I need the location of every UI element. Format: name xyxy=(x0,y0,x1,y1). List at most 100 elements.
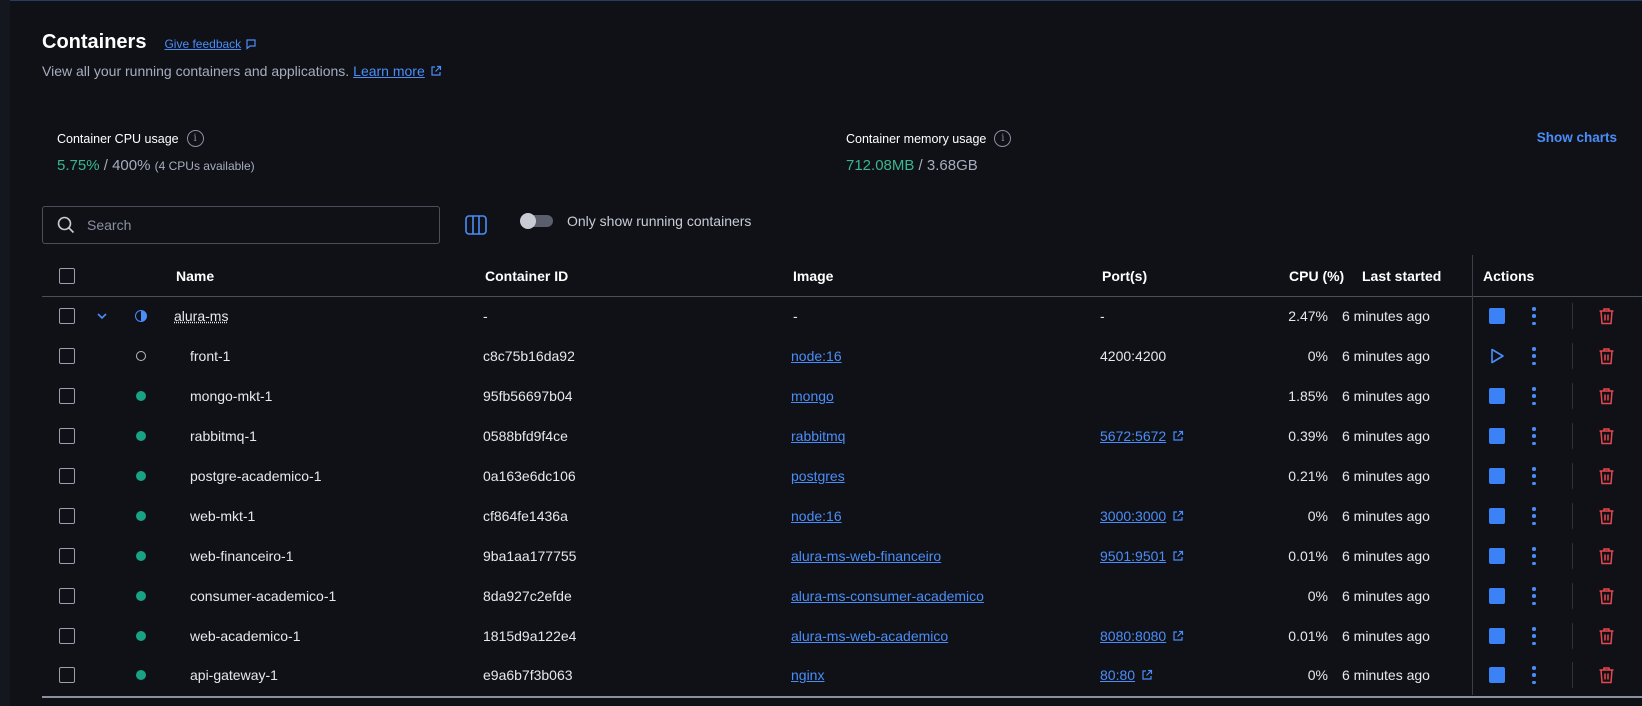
port-link[interactable]: 8080:8080 xyxy=(1100,628,1184,644)
row-checkbox[interactable] xyxy=(59,388,75,404)
stop-button[interactable] xyxy=(1489,308,1505,324)
trash-icon[interactable] xyxy=(1598,427,1615,445)
container-name[interactable]: alura-ms xyxy=(174,308,228,324)
col-name-header[interactable]: Name xyxy=(176,268,214,284)
stop-button[interactable] xyxy=(1489,628,1505,644)
table-row[interactable]: front-1 c8c75b16da92 node:16 4200:4200 0% 6 m… xyxy=(42,336,1642,376)
table-row[interactable]: postgre-academico-1 0a163e6dc106 postgres 0… xyxy=(42,456,1642,496)
search-input[interactable] xyxy=(87,217,407,233)
container-id: 8da927c2efde xyxy=(483,588,572,604)
table-row[interactable]: web-financeiro-1 9ba1aa177755 alura-ms-web… xyxy=(42,536,1642,576)
image-text: - xyxy=(793,308,798,324)
row-checkbox[interactable] xyxy=(59,548,75,564)
trash-icon[interactable] xyxy=(1598,507,1615,525)
stop-button[interactable] xyxy=(1489,428,1505,444)
info-icon[interactable]: i xyxy=(186,130,204,147)
table-row[interactable]: api-gateway-1 e9a6b7f3b063 nginx 80:80 0% 6 m… xyxy=(42,655,1642,695)
learn-more-link[interactable]: Learn more xyxy=(353,63,442,79)
trash-icon[interactable] xyxy=(1598,467,1615,485)
more-actions-icon[interactable] xyxy=(1531,307,1537,325)
more-actions-icon[interactable] xyxy=(1531,467,1537,485)
image-link[interactable]: rabbitmq xyxy=(791,428,845,444)
play-icon[interactable] xyxy=(1488,347,1506,365)
row-checkbox[interactable] xyxy=(59,348,75,364)
container-name[interactable]: consumer-academico-1 xyxy=(190,588,336,604)
row-checkbox[interactable] xyxy=(59,667,75,683)
port-link[interactable]: 9501:9501 xyxy=(1100,548,1184,564)
more-actions-icon[interactable] xyxy=(1531,427,1537,445)
more-actions-icon[interactable] xyxy=(1531,347,1537,365)
columns-button[interactable] xyxy=(463,213,489,237)
more-actions-icon[interactable] xyxy=(1531,507,1537,525)
container-name[interactable]: api-gateway-1 xyxy=(190,667,278,683)
stop-button[interactable] xyxy=(1489,468,1505,484)
stop-button[interactable] xyxy=(1489,588,1505,604)
row-checkbox[interactable] xyxy=(59,308,75,324)
trash-icon[interactable] xyxy=(1598,307,1615,325)
col-last-started-header[interactable]: Last started xyxy=(1362,268,1441,284)
container-name[interactable]: rabbitmq-1 xyxy=(190,428,257,444)
stop-button[interactable] xyxy=(1489,508,1505,524)
container-name[interactable]: web-academico-1 xyxy=(190,628,301,644)
external-link-icon xyxy=(1142,669,1153,680)
trash-icon[interactable] xyxy=(1598,547,1615,565)
stop-button[interactable] xyxy=(1489,388,1505,404)
image-link[interactable]: alura-ms-web-financeiro xyxy=(791,548,941,564)
image-link[interactable]: node:16 xyxy=(791,348,842,364)
more-actions-icon[interactable] xyxy=(1531,587,1537,605)
container-id: 0a163e6dc106 xyxy=(483,468,576,484)
table-row[interactable]: mongo-mkt-1 95fb56697b04 mongo 1.85% 6 minut… xyxy=(42,376,1642,416)
info-icon[interactable]: i xyxy=(994,130,1012,147)
stop-button[interactable] xyxy=(1489,548,1505,564)
port-link[interactable]: 5672:5672 xyxy=(1100,428,1184,444)
row-checkbox[interactable] xyxy=(59,508,75,524)
more-actions-icon[interactable] xyxy=(1531,547,1537,565)
table-row[interactable]: alura-ms - - - 2.47% 6 minutes ago xyxy=(42,296,1642,336)
table-row[interactable]: web-mkt-1 cf864fe1436a node:16 3000:3000 0% 6… xyxy=(42,496,1642,536)
running-only-toggle[interactable] xyxy=(520,213,553,229)
chevron-down-icon[interactable] xyxy=(95,309,109,323)
table-row[interactable]: rabbitmq-1 0588bfd9f4ce rabbitmq 5672:5672 0… xyxy=(42,416,1642,456)
give-feedback-link[interactable]: Give feedback xyxy=(164,37,257,51)
col-container-id-header[interactable]: Container ID xyxy=(485,268,568,284)
trash-icon[interactable] xyxy=(1598,347,1615,365)
show-charts-button[interactable]: Show charts xyxy=(1537,130,1617,145)
col-image-header[interactable]: Image xyxy=(793,268,833,284)
image-link[interactable]: mongo xyxy=(791,388,834,404)
container-name[interactable]: postgre-academico-1 xyxy=(190,468,322,484)
more-actions-icon[interactable] xyxy=(1531,627,1537,645)
cpu-value: 0.01% xyxy=(1288,548,1328,564)
give-feedback-label: Give feedback xyxy=(164,37,242,51)
trash-icon[interactable] xyxy=(1598,387,1615,405)
select-all-checkbox[interactable] xyxy=(59,268,75,284)
trash-icon[interactable] xyxy=(1598,666,1615,684)
container-name[interactable]: front-1 xyxy=(190,348,230,364)
trash-icon[interactable] xyxy=(1598,627,1615,645)
table-row[interactable]: consumer-academico-1 8da927c2efde alura-ms… xyxy=(42,576,1642,616)
row-checkbox[interactable] xyxy=(59,468,75,484)
row-checkbox[interactable] xyxy=(59,428,75,444)
row-checkbox[interactable] xyxy=(59,628,75,644)
container-name[interactable]: mongo-mkt-1 xyxy=(190,388,272,404)
trash-icon[interactable] xyxy=(1598,587,1615,605)
port-link[interactable]: 3000:3000 xyxy=(1100,508,1184,524)
stop-button[interactable] xyxy=(1489,667,1505,683)
image-link[interactable]: alura-ms-web-academico xyxy=(791,628,948,644)
col-cpu-header[interactable]: CPU (%) xyxy=(1289,268,1344,284)
image-link[interactable]: postgres xyxy=(791,468,845,484)
row-checkbox[interactable] xyxy=(59,588,75,604)
table-row[interactable]: web-academico-1 1815d9a122e4 alura-ms-web-… xyxy=(42,616,1642,656)
more-actions-icon[interactable] xyxy=(1531,387,1537,405)
col-ports-header[interactable]: Port(s) xyxy=(1102,268,1147,284)
more-actions-icon[interactable] xyxy=(1531,666,1537,684)
image-link[interactable]: node:16 xyxy=(791,508,842,524)
learn-more-label: Learn more xyxy=(353,63,425,79)
port-link[interactable]: 80:80 xyxy=(1100,667,1153,683)
container-name[interactable]: web-mkt-1 xyxy=(190,508,255,524)
memory-usage-stat: Container memory usage i 712.08MB / 3.68… xyxy=(846,130,1012,174)
last-started-value: 6 minutes ago xyxy=(1342,667,1430,683)
last-started-value: 6 minutes ago xyxy=(1342,348,1430,364)
container-name[interactable]: web-financeiro-1 xyxy=(190,548,294,564)
image-link[interactable]: alura-ms-consumer-academico xyxy=(791,588,984,604)
image-link[interactable]: nginx xyxy=(791,667,824,683)
